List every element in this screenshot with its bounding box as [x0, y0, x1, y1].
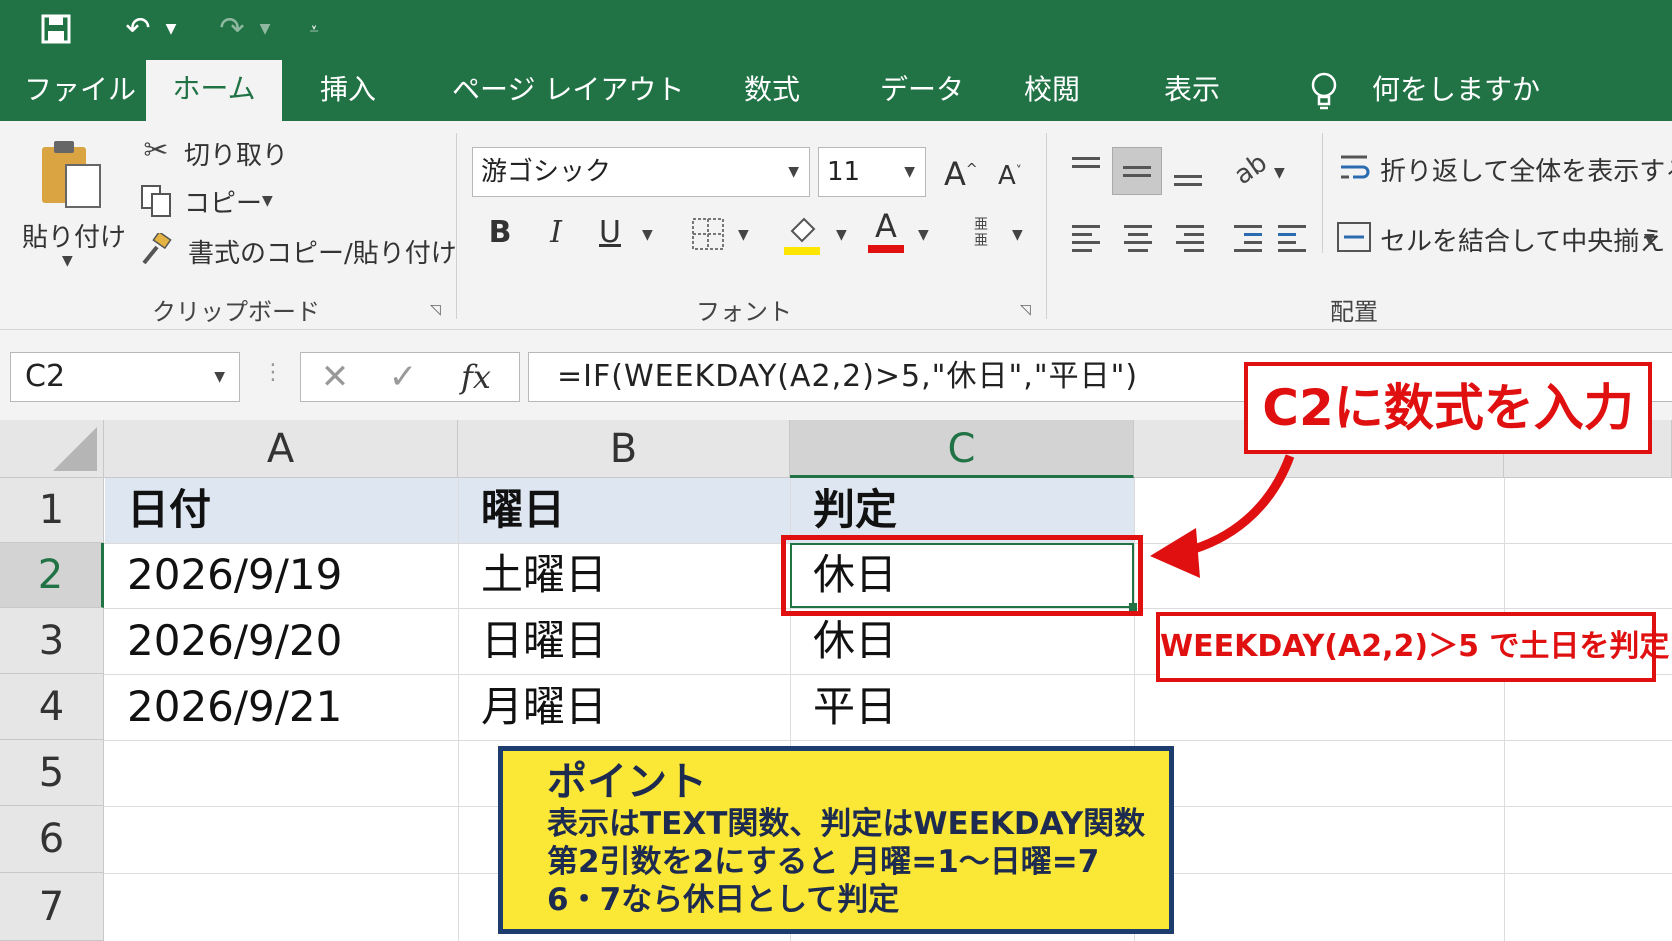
- callout-enter-formula: C2に数式を入力: [1244, 362, 1652, 454]
- point-line: 表示はTEXT関数、判定はWEEKDAY関数: [547, 806, 1146, 842]
- callout-weekday-rule: WEEKDAY(A2,2)＞5 で土日を判定: [1156, 612, 1669, 682]
- point-line: 6・7なら休日として判定: [547, 882, 900, 918]
- point-note: ポイント 表示はTEXT関数、判定はWEEKDAY関数 第2引数を2にすると 月…: [498, 746, 1174, 934]
- point-title: ポイント: [547, 759, 707, 805]
- point-line: 第2引数を2にすると 月曜=1～日曜=7: [547, 844, 1100, 880]
